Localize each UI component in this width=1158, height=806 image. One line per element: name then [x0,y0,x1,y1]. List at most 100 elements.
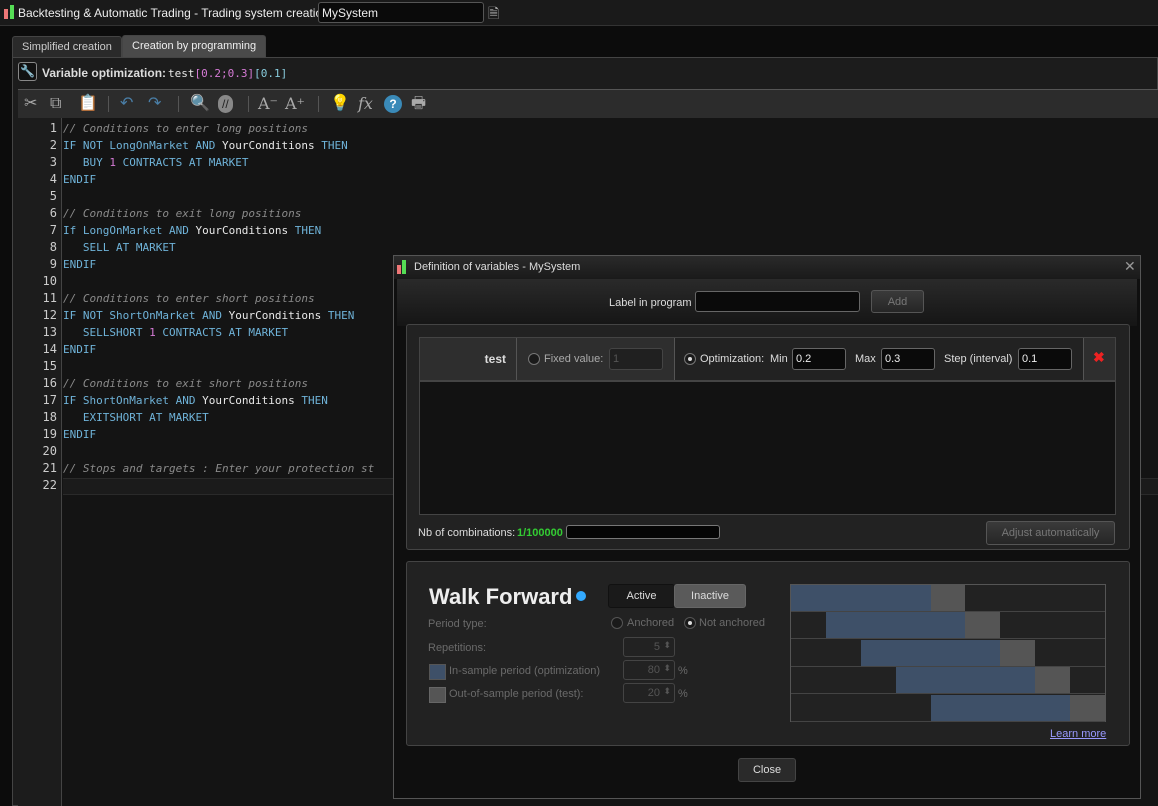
not-anchored-radio[interactable] [684,617,696,629]
walk-forward-row [791,694,1105,722]
function-icon[interactable]: fx [358,95,373,113]
app-logo-icon [4,9,8,19]
fixed-value-radio[interactable] [528,353,540,365]
dialog-title: Definition of variables - MySystem [414,261,581,273]
copy-icon[interactable]: ⧉ [50,95,61,113]
min-label: Min [770,353,788,365]
undo-icon[interactable]: ↶ [120,95,133,113]
max-input[interactable]: 0.3 [881,348,935,370]
code-line[interactable]: IF NOT LongOnMarket AND YourConditions T… [63,139,348,152]
close-icon[interactable]: ✕ [1124,258,1136,275]
adjust-automatically-button[interactable]: Adjust automatically [986,521,1115,545]
variable-row: test Fixed value: 1 Optimization: Min 0.… [419,337,1116,381]
code-line[interactable]: ENDIF [63,173,96,186]
code-line[interactable]: // Conditions to exit short positions [63,377,308,390]
paste-icon[interactable]: 📋 [78,95,98,113]
close-button[interactable]: Close [738,758,796,782]
info-bubble-icon[interactable] [576,591,586,601]
walk-forward-title: Walk Forward [429,584,573,609]
code-line[interactable]: If LongOnMarket AND YourConditions THEN [63,224,321,237]
help-document-icon[interactable]: 🗎 [488,3,510,23]
window-title: Backtesting & Automatic Trading - Tradin… [18,6,337,20]
definition-of-variables-dialog: Definition of variables - MySystem ✕ Lab… [393,255,1141,799]
line-number: 10 [42,274,57,288]
line-number: 16 [42,376,57,390]
variable-optimization-label: Variable optimization: [42,66,167,80]
out-of-sample-bar [1070,694,1105,721]
variables-panel: test Fixed value: 1 Optimization: Min 0.… [406,324,1130,550]
code-line[interactable]: // Stops and targets : Enter your protec… [63,462,374,475]
line-number: 2 [49,138,57,152]
code-token: 1 [109,156,116,169]
optimization-label: Optimization: [700,353,765,365]
in-sample-spinner[interactable]: 80 [623,660,675,680]
tab-simplified-creation[interactable]: Simplified creation [12,36,122,57]
code-line[interactable]: // Conditions to enter long positions [63,122,308,135]
font-increase-icon[interactable]: A⁺ [285,95,305,113]
line-number: 12 [42,308,57,322]
variable-step: [0.1] [254,67,288,80]
min-input[interactable]: 0.2 [792,348,846,370]
code-token: IF NOT LongOnMarket AND [63,139,222,152]
font-decrease-icon[interactable]: A⁻ [258,95,278,113]
out-of-sample-bar [1000,639,1036,666]
step-input[interactable]: 0.1 [1018,348,1072,370]
in-sample-bar [825,612,966,639]
code-line[interactable]: IF ShortOnMarket AND YourConditions THEN [63,394,328,407]
code-line[interactable]: ENDIF [63,258,96,271]
code-line[interactable]: SELL AT MARKET [63,241,176,254]
add-button[interactable]: Add [871,290,924,313]
optimization-radio[interactable] [684,353,696,365]
variable-name: test [168,67,195,80]
print-icon[interactable]: 🖶 [411,95,426,113]
label-in-program-label: Label in program [609,297,692,309]
code-line[interactable]: SELLSHORT 1 CONTRACTS AT MARKET [63,326,288,339]
code-line[interactable]: // Conditions to enter short positions [63,292,315,305]
code-token: EXITSHORT AT MARKET [63,411,209,424]
code-token: 1 [149,326,156,339]
inactive-button[interactable]: Inactive [674,584,746,608]
search-icon[interactable]: 🔍 [190,95,210,113]
out-of-sample-label: Out-of-sample period (test): [449,688,584,700]
code-token: // Stops and targets : Enter your protec… [63,462,375,475]
wrench-icon[interactable]: 🔧 [18,62,37,81]
code-token: SELL AT MARKET [63,241,176,254]
code-token: SELLSHORT [63,326,150,339]
in-sample-bar [791,585,931,611]
code-line[interactable]: ENDIF [63,343,96,356]
out-of-sample-bar [965,612,1001,639]
help-icon[interactable]: ? [384,95,402,113]
code-token: // Conditions to exit short positions [63,377,309,390]
tab-creation-by-programming[interactable]: Creation by programming [122,35,267,57]
code-line[interactable]: BUY 1 CONTRACTS AT MARKET [63,156,249,169]
code-token: // Conditions to exit long positions [63,207,302,220]
cut-icon[interactable]: ✂ [24,95,37,113]
line-number: 11 [42,291,57,305]
code-token: THEN [321,139,348,152]
out-of-sample-spinner[interactable]: 20 [623,683,675,703]
learn-more-link[interactable]: Learn more [1050,728,1106,740]
code-line[interactable]: EXITSHORT AT MARKET [63,411,209,424]
redo-icon[interactable]: ↷ [148,95,161,113]
anchored-radio[interactable] [611,617,623,629]
repetitions-spinner[interactable]: 5 [623,637,675,657]
lightbulb-icon[interactable]: 💡 [330,95,350,113]
code-line[interactable]: // Conditions to exit long positions [63,207,301,220]
active-button[interactable]: Active [608,584,675,608]
line-number: 8 [49,240,57,254]
comment-icon[interactable]: // [218,95,233,113]
code-line[interactable]: IF NOT ShortOnMarket AND YourConditions … [63,309,354,322]
step-label: Step (interval) [944,353,1013,365]
line-number: 13 [42,325,57,339]
walk-forward-diagram [790,584,1106,722]
system-name-input[interactable]: MySystem [318,2,484,23]
code-line[interactable]: ENDIF [63,428,96,441]
walk-forward-panel: Walk Forward Active Inactive Period type… [406,561,1130,746]
combinations-label: Nb of combinations: [418,527,516,539]
label-in-program-input[interactable] [695,291,860,312]
editor-toolbar: ✂ ⧉ 📋 ↶ ↷ 🔍 // A⁻ A⁺ 💡 fx ? 🖶 [18,89,1158,118]
code-token: CONTRACTS AT MARKET [115,156,249,169]
code-token: ENDIF [63,258,97,271]
delete-variable-icon[interactable]: ✖ [1093,349,1105,366]
fixed-value-input[interactable]: 1 [609,348,663,370]
